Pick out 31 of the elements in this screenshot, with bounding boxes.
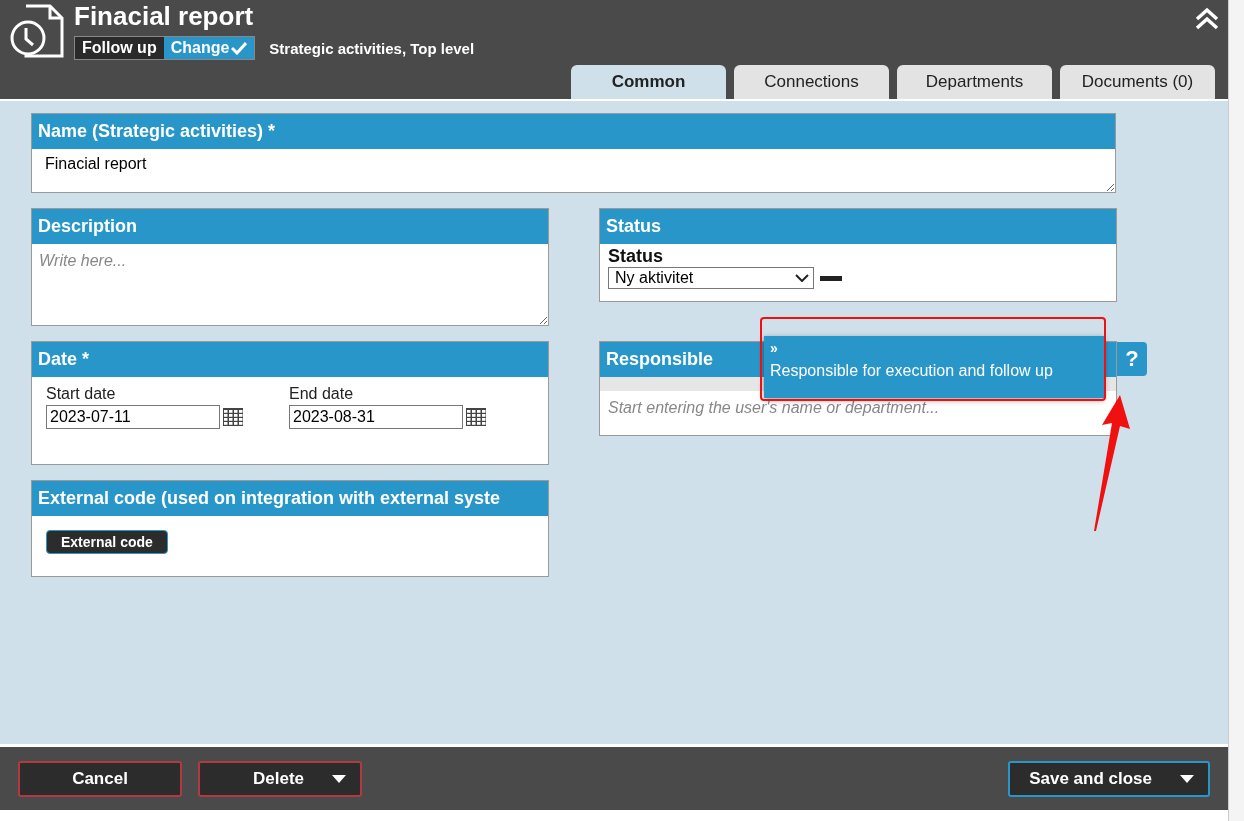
date-field[interactable]: 2023-08-31 bbox=[289, 405, 463, 429]
caret-icon bbox=[332, 774, 346, 783]
mode-toggle[interactable]: Follow up bbox=[75, 37, 164, 59]
tooltip: » Responsible for execution and follow up bbox=[764, 336, 1104, 398]
panel-header: Description bbox=[32, 209, 548, 244]
field-label: End date bbox=[289, 385, 355, 403]
tab[interactable]: Common bbox=[571, 65, 726, 99]
panel-header: Status bbox=[600, 209, 1116, 244]
calendar-icon[interactable] bbox=[466, 408, 486, 426]
panel-header: Name (Strategic activities) * bbox=[32, 114, 1115, 149]
date-field[interactable]: 2023-07-11 bbox=[46, 405, 220, 429]
tab[interactable]: Departments bbox=[897, 65, 1052, 99]
check-icon bbox=[231, 41, 248, 55]
minus-icon bbox=[820, 275, 842, 281]
calendar-icon[interactable] bbox=[223, 408, 243, 426]
save-and-close-button[interactable]: Save and close bbox=[1008, 760, 1210, 797]
field-label: Start date bbox=[46, 385, 117, 403]
window-title: Finacial report bbox=[74, 2, 255, 30]
chevron-icon bbox=[795, 274, 809, 282]
context-label: Strategic activities, Top level bbox=[269, 39, 475, 57]
external-code-button[interactable]: External code bbox=[46, 530, 168, 554]
delete-button[interactable]: Delete bbox=[198, 760, 362, 797]
tab[interactable]: Connections bbox=[734, 65, 889, 99]
panel-header: Date * bbox=[32, 342, 548, 377]
caret-icon bbox=[1180, 774, 1194, 783]
cancel-button[interactable]: Cancel bbox=[18, 760, 182, 797]
status-select[interactable]: Ny aktivitet bbox=[608, 267, 814, 289]
panel-header: External code (used on integration with external syste bbox=[32, 481, 548, 516]
field-label: Status bbox=[608, 246, 664, 267]
collapse-icon[interactable] bbox=[1194, 6, 1220, 30]
tab[interactable]: Documents (0) bbox=[1060, 65, 1215, 99]
